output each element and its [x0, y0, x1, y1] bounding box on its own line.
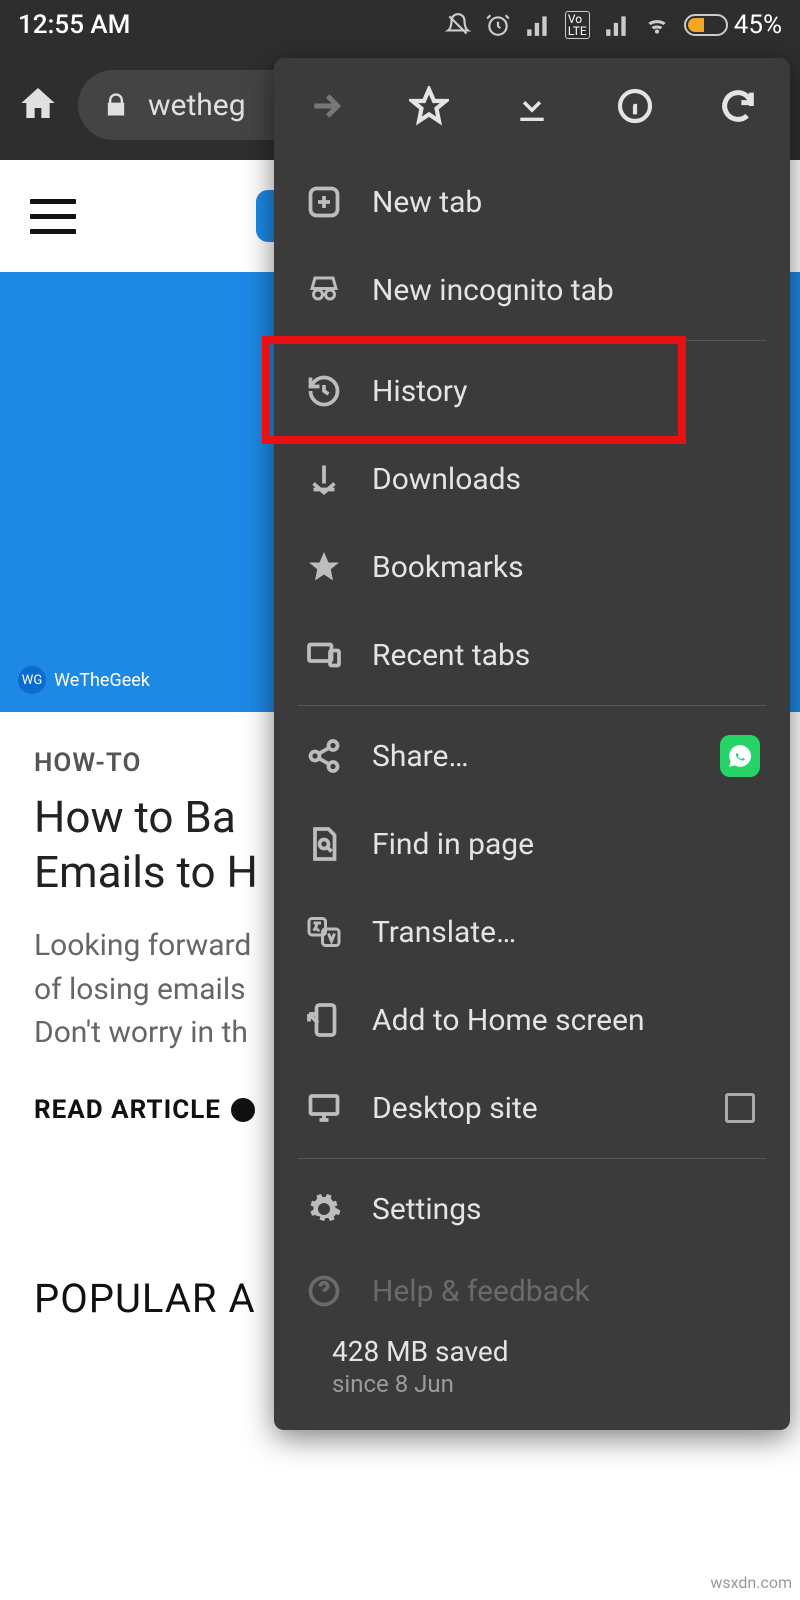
- forward-button[interactable]: [302, 82, 350, 130]
- dnd-icon: [445, 12, 471, 38]
- menu-label: New incognito tab: [372, 273, 760, 308]
- wifi-icon: [644, 12, 670, 38]
- menu-item-share[interactable]: Share…: [274, 712, 790, 800]
- watermark: wsxdn.com: [710, 1573, 792, 1592]
- download-button[interactable]: [508, 82, 556, 130]
- menu-item-downloads[interactable]: Downloads: [274, 435, 790, 523]
- status-bar: 12:55 AM VoLTE 45%: [0, 0, 800, 50]
- battery-indicator: 45%: [684, 10, 782, 40]
- translate-icon: [304, 912, 344, 952]
- desktop-checkbox[interactable]: [720, 1088, 760, 1128]
- menu-label: Translate…: [372, 915, 760, 950]
- desktop-icon: [304, 1088, 344, 1128]
- alarm-icon: [485, 12, 511, 38]
- downloads-icon: [304, 459, 344, 499]
- star-filled-icon: [304, 547, 344, 587]
- hero-brand: WG WeTheGeek: [18, 666, 150, 694]
- menu-label: Help & feedback: [372, 1274, 760, 1309]
- whatsapp-icon: [720, 736, 760, 776]
- menu-separator: [298, 1158, 766, 1159]
- home-button[interactable]: [18, 83, 58, 127]
- gear-icon: [304, 1189, 344, 1229]
- signal-icon: [525, 12, 551, 38]
- menu-item-translate[interactable]: Translate…: [274, 888, 790, 976]
- menu-item-incognito[interactable]: New incognito tab: [274, 246, 790, 334]
- download-icon: [512, 86, 552, 126]
- data-saved-sub: since 8 Jun: [332, 1370, 509, 1398]
- signal2-icon: [604, 12, 630, 38]
- read-article-label: READ ARTICLE: [34, 1095, 221, 1125]
- share-icon: [304, 736, 344, 776]
- menu-item-add-home[interactable]: Add to Home screen: [274, 976, 790, 1064]
- info-icon: [615, 86, 655, 126]
- menu-label: New tab: [372, 185, 760, 220]
- volte-icon: VoLTE: [565, 11, 590, 39]
- menu-item-recent-tabs[interactable]: Recent tabs: [274, 611, 790, 699]
- arrow-forward-icon: [306, 86, 346, 126]
- menu-label: Bookmarks: [372, 550, 760, 585]
- hero-brand-text: WeTheGeek: [54, 670, 150, 691]
- clock: 12:55 AM: [18, 10, 445, 40]
- status-icons: VoLTE 45%: [445, 10, 782, 40]
- plus-square-icon: [304, 182, 344, 222]
- menu-item-settings[interactable]: Settings: [274, 1165, 790, 1253]
- bookmark-button[interactable]: [405, 82, 453, 130]
- menu-item-find[interactable]: Find in page: [274, 800, 790, 888]
- overflow-menu: New tab New incognito tab History Downlo…: [274, 58, 790, 1430]
- lock-icon: [102, 91, 130, 119]
- info-button[interactable]: [611, 82, 659, 130]
- help-icon: [304, 1271, 344, 1311]
- battery-percent: 45%: [734, 10, 782, 40]
- menu-item-desktop[interactable]: Desktop site: [274, 1064, 790, 1152]
- data-saved-row[interactable]: 428 MB saved since 8 Jun: [274, 1321, 790, 1422]
- menu-label: Find in page: [372, 827, 760, 862]
- arrow-circle-icon: [231, 1098, 255, 1122]
- menu-item-bookmarks[interactable]: Bookmarks: [274, 523, 790, 611]
- data-saved-main: 428 MB saved: [332, 1335, 509, 1368]
- highlight-box: [262, 336, 686, 444]
- url-text: wetheg: [148, 88, 246, 123]
- refresh-button[interactable]: [714, 82, 762, 130]
- menu-label: Share…: [372, 739, 692, 774]
- menu-label: Add to Home screen: [372, 1003, 760, 1038]
- incognito-icon: [304, 270, 344, 310]
- menu-label: Recent tabs: [372, 638, 760, 673]
- menu-label: Desktop site: [372, 1091, 692, 1126]
- hamburger-menu[interactable]: [30, 199, 76, 234]
- menu-label: Settings: [372, 1192, 760, 1227]
- home-icon: [18, 83, 58, 123]
- add-to-home-icon: [304, 1000, 344, 1040]
- star-icon: [409, 86, 449, 126]
- refresh-icon: [718, 86, 758, 126]
- devices-icon: [304, 635, 344, 675]
- menu-icon-row: [274, 58, 790, 158]
- menu-item-help[interactable]: Help & feedback: [274, 1253, 790, 1321]
- menu-label: Downloads: [372, 462, 760, 497]
- menu-item-new-tab[interactable]: New tab: [274, 158, 790, 246]
- menu-separator: [298, 705, 766, 706]
- find-in-page-icon: [304, 824, 344, 864]
